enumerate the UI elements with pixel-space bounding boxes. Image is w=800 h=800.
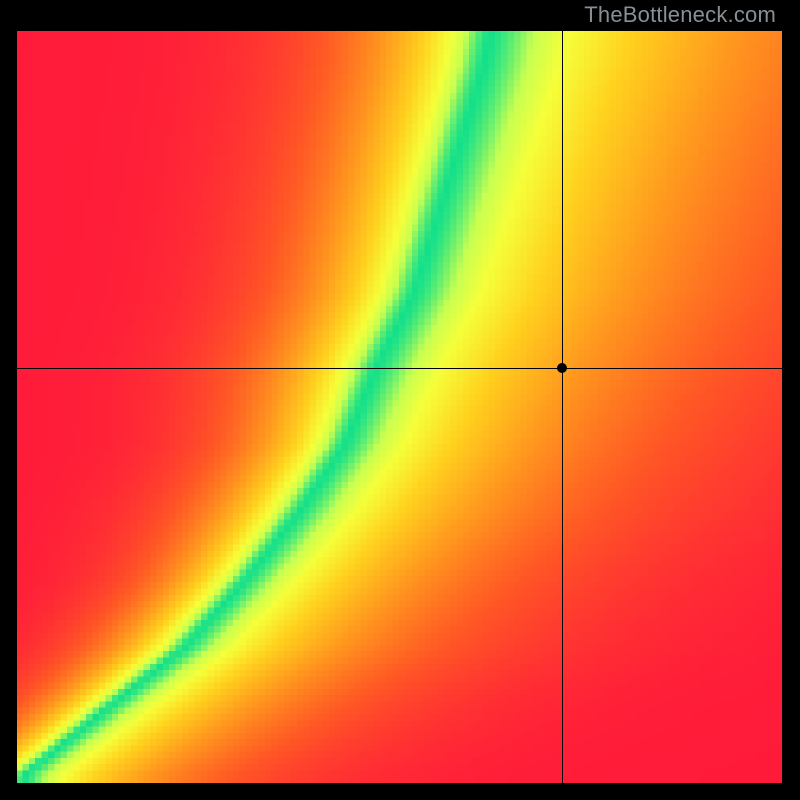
chart-container: TheBottleneck.com (0, 0, 800, 800)
crosshair-vertical (562, 30, 563, 783)
heatmap-plot (16, 30, 782, 783)
heatmap-canvas (16, 30, 782, 783)
reference-marker (557, 363, 567, 373)
crosshair-horizontal (16, 368, 782, 369)
watermark-text: TheBottleneck.com (584, 2, 776, 28)
